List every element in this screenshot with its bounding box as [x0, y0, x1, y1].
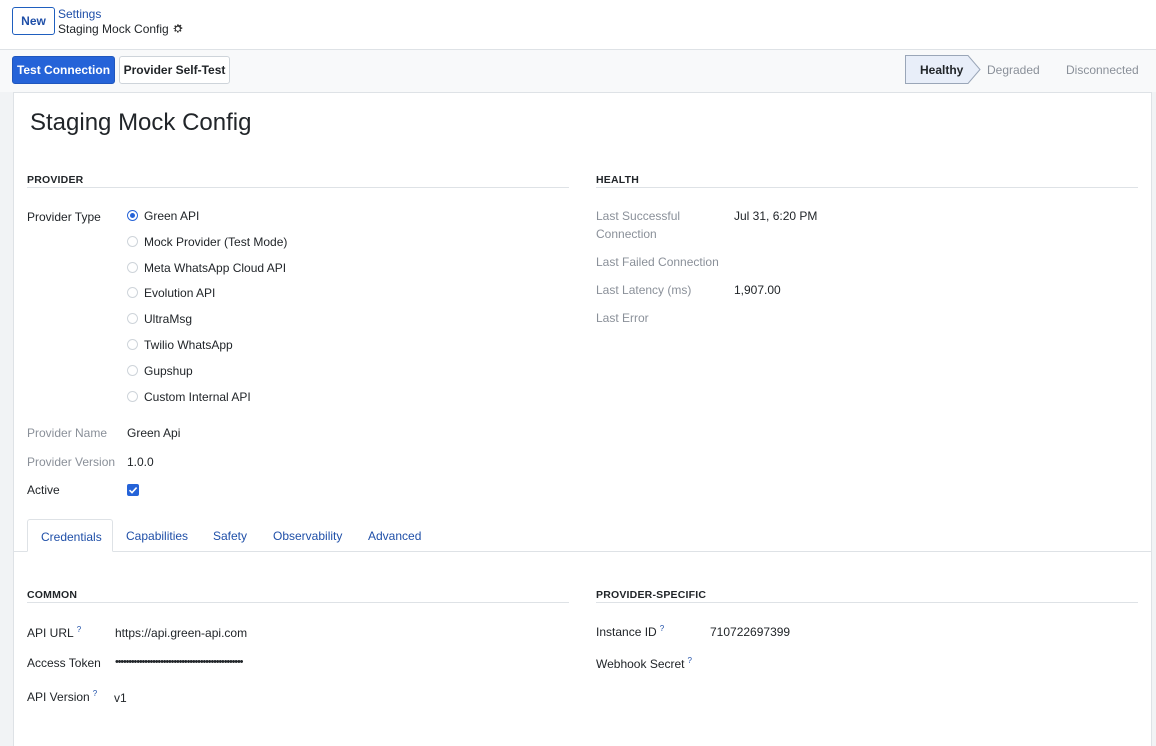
- help-icon[interactable]: ?: [93, 689, 97, 698]
- instance-id-value[interactable]: 710722697399: [710, 625, 790, 639]
- breadcrumb-settings[interactable]: Settings: [58, 7, 101, 21]
- api-url-label: API URL?: [27, 625, 81, 640]
- api-url-value[interactable]: https://api.green-api.com: [115, 626, 247, 640]
- provider-version-label: Provider Version: [27, 455, 116, 469]
- action-bar: Test Connection Provider Self-Test Healt…: [0, 50, 1156, 92]
- radio-green-api[interactable]: [127, 210, 138, 221]
- radio-custom-internal-api[interactable]: [127, 391, 138, 402]
- radio-evolution-api[interactable]: [127, 287, 138, 298]
- section-divider: [27, 187, 569, 188]
- radio-label-ultramsg[interactable]: UltraMsg: [144, 312, 192, 326]
- radio-mock-provider[interactable]: [127, 236, 138, 247]
- status-healthy-label: Healthy: [920, 63, 964, 77]
- webhook-secret-label: Webhook Secret?: [596, 656, 692, 671]
- section-provider-specific: PROVIDER-SPECIFIC: [596, 589, 707, 601]
- radio-label-mock-provider[interactable]: Mock Provider (Test Mode): [144, 235, 287, 249]
- last-failed-label: Last Failed Connection: [596, 255, 719, 269]
- active-label: Active: [27, 483, 60, 497]
- tab-capabilities[interactable]: Capabilities: [126, 529, 188, 543]
- tabs-divider: [14, 551, 1151, 552]
- last-success-label-line2: Connection: [596, 227, 657, 241]
- help-icon[interactable]: ?: [688, 656, 692, 665]
- last-latency-label: Last Latency (ms): [596, 283, 692, 297]
- access-token-label: Access Token: [27, 656, 101, 670]
- provider-self-test-button[interactable]: Provider Self-Test: [119, 56, 230, 84]
- radio-label-meta-whatsapp[interactable]: Meta WhatsApp Cloud API: [144, 261, 286, 275]
- instance-id-label: Instance ID?: [596, 624, 664, 639]
- section-divider: [27, 602, 569, 603]
- status-degraded[interactable]: Degraded: [987, 63, 1040, 77]
- tab-credentials[interactable]: Credentials: [27, 519, 113, 552]
- page-title: Staging Mock Config: [30, 109, 252, 136]
- tab-advanced[interactable]: Advanced: [368, 529, 421, 543]
- section-health: HEALTH: [596, 174, 640, 186]
- radio-gupshup[interactable]: [127, 365, 138, 376]
- radio-twilio-whatsapp[interactable]: [127, 339, 138, 350]
- last-success-value: Jul 31, 6:20 PM: [734, 209, 818, 223]
- api-url-label-text: API URL: [27, 626, 74, 640]
- gear-icon[interactable]: [172, 23, 183, 34]
- section-divider: [596, 187, 1138, 188]
- instance-id-label-text: Instance ID: [596, 625, 657, 639]
- provider-name-label: Provider Name: [27, 426, 108, 440]
- radio-label-twilio-whatsapp[interactable]: Twilio WhatsApp: [144, 338, 233, 352]
- section-common: COMMON: [27, 589, 78, 601]
- last-error-label: Last Error: [596, 311, 649, 325]
- access-token-value[interactable]: ••••••••••••••••••••••••••••••••••••••••…: [115, 656, 243, 668]
- checkmark-icon: [128, 487, 138, 494]
- api-version-label-text: API Version: [27, 690, 90, 704]
- provider-version-value: 1.0.0: [127, 455, 154, 469]
- section-divider: [596, 602, 1138, 603]
- tab-safety[interactable]: Safety: [213, 529, 247, 543]
- tab-observability[interactable]: Observability: [273, 529, 342, 543]
- last-success-label-line1: Last Successful: [596, 209, 681, 223]
- radio-meta-whatsapp[interactable]: [127, 262, 138, 273]
- active-checkbox[interactable]: [127, 484, 139, 496]
- form-sheet: [13, 92, 1152, 746]
- status-disconnected[interactable]: Disconnected: [1066, 63, 1139, 77]
- help-icon[interactable]: ?: [660, 624, 664, 633]
- section-provider: PROVIDER: [27, 174, 84, 186]
- last-latency-value: 1,907.00: [734, 283, 781, 297]
- help-icon[interactable]: ?: [77, 625, 81, 634]
- webhook-secret-label-text: Webhook Secret: [596, 657, 685, 671]
- provider-name-value: Green Api: [127, 426, 181, 440]
- top-bar: New Settings Staging Mock Config: [0, 0, 1156, 50]
- radio-label-gupshup[interactable]: Gupshup: [144, 364, 193, 378]
- radio-label-evolution-api[interactable]: Evolution API: [144, 286, 215, 300]
- status-healthy[interactable]: Healthy: [905, 55, 981, 84]
- radio-ultramsg[interactable]: [127, 313, 138, 324]
- radio-label-custom-internal-api[interactable]: Custom Internal API: [144, 390, 251, 404]
- provider-type-label: Provider Type: [27, 210, 101, 224]
- test-connection-button[interactable]: Test Connection: [12, 56, 115, 84]
- api-version-value[interactable]: v1: [114, 691, 127, 705]
- radio-label-green-api[interactable]: Green API: [144, 209, 199, 223]
- tab-credentials-label: Credentials: [41, 530, 102, 544]
- breadcrumb-record-name: Staging Mock Config: [58, 22, 169, 36]
- api-version-label: API Version?: [27, 689, 97, 704]
- new-button[interactable]: New: [12, 7, 55, 35]
